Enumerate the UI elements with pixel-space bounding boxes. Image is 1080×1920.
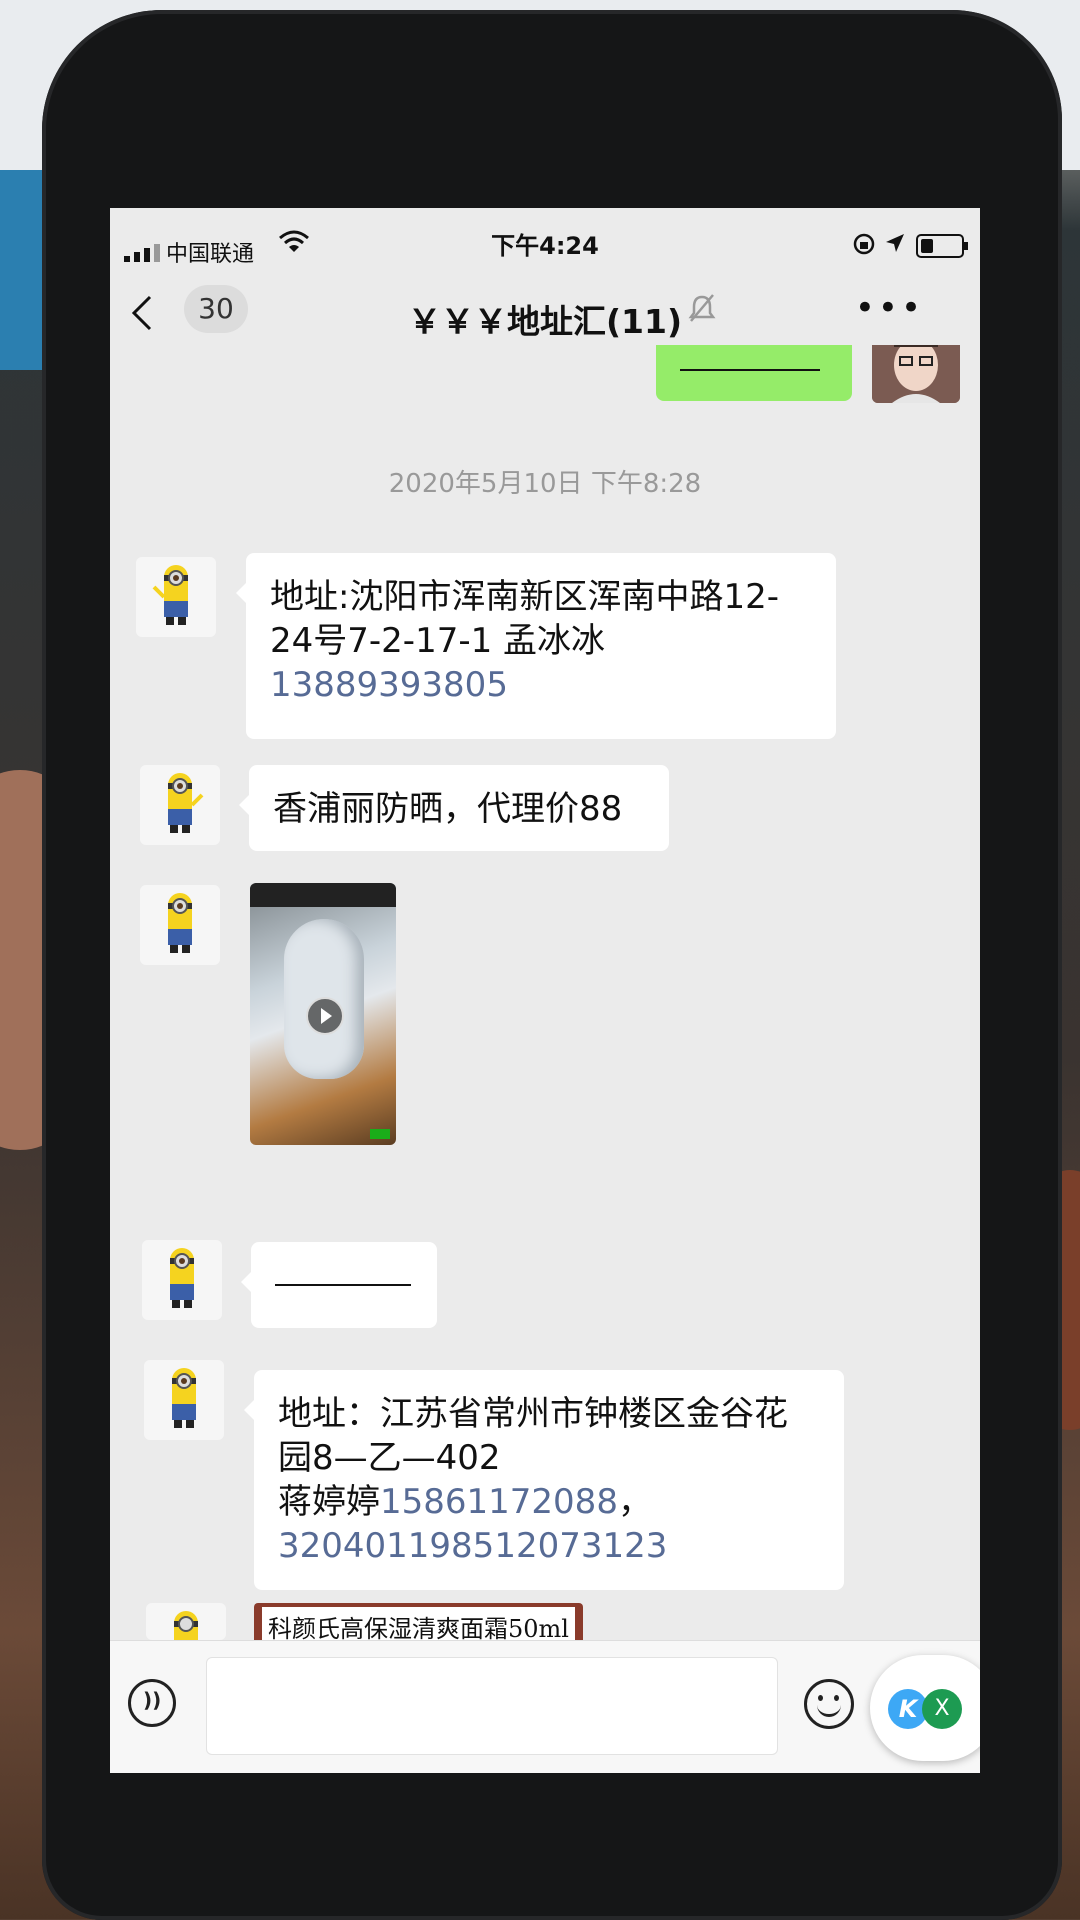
video-message[interactable] xyxy=(250,883,396,1145)
phone-number-link[interactable]: 15861172088 xyxy=(380,1482,618,1522)
dash-line xyxy=(275,1284,411,1286)
message-bubble[interactable] xyxy=(241,1242,437,1328)
minion-icon xyxy=(168,893,192,953)
more-icon[interactable]: ••• xyxy=(855,291,924,325)
image-caption: 科颜氏高保湿清爽面霜50ml xyxy=(262,1607,575,1640)
floating-widget[interactable]: K X xyxy=(870,1655,980,1761)
status-time: 下午4:24 xyxy=(491,232,599,260)
chat-nav-bar: 30 ￥￥￥地址汇(11) ••• xyxy=(110,263,980,345)
input-bar xyxy=(110,1640,980,1773)
widget-x-icon[interactable]: X xyxy=(922,1689,962,1729)
minion-avatar[interactable] xyxy=(140,765,220,845)
message-text: 地址:沈阳市浑南新区浑南中路12- xyxy=(270,577,779,617)
message-input[interactable] xyxy=(206,1657,778,1755)
play-icon[interactable] xyxy=(306,997,344,1035)
message-bubble[interactable]: 香浦丽防晒，代理价88 xyxy=(239,765,669,851)
wechat-chat-screen: 中国联通 下午4:24 30 ￥￥￥地址汇(11) ••• 2020年5月10日… xyxy=(110,208,980,1773)
message-text: 蒋婷婷15861172088， xyxy=(278,1482,652,1522)
image-message[interactable]: 科颜氏高保湿清爽面霜50ml xyxy=(254,1603,583,1640)
battery-icon xyxy=(916,234,968,258)
minion-avatar[interactable] xyxy=(142,1240,222,1320)
contact-name: 蒋婷婷 xyxy=(278,1482,380,1522)
id-number-link[interactable]: 320401198512073123 xyxy=(278,1524,820,1568)
status-bar: 中国联通 下午4:24 xyxy=(110,208,980,267)
minion-avatar[interactable] xyxy=(136,557,216,637)
self-message-bubble[interactable] xyxy=(656,345,852,401)
location-icon xyxy=(886,234,904,252)
self-avatar[interactable] xyxy=(872,345,960,403)
message-text: 地址：江苏省常州市钟楼区金谷花 xyxy=(278,1394,788,1434)
message-text: 香浦丽防晒，代理价88 xyxy=(273,789,623,829)
message-bubble[interactable]: 地址:沈阳市浑南新区浑南中路12- 24号7-2-17-1 孟冰冰 138893… xyxy=(236,553,836,739)
voice-icon[interactable] xyxy=(128,1679,176,1727)
minion-icon xyxy=(168,773,204,833)
minion-icon xyxy=(170,1248,194,1308)
message-text: 园8—乙—402 xyxy=(278,1438,501,1478)
minion-icon xyxy=(152,565,188,625)
mute-bell-icon xyxy=(688,294,716,322)
rotation-lock-icon xyxy=(853,233,875,255)
minion-icon xyxy=(174,1611,198,1640)
emoji-icon[interactable] xyxy=(804,1679,854,1729)
message-bubble[interactable]: 地址：江苏省常州市钟楼区金谷花 园8—乙—402 蒋婷婷15861172088，… xyxy=(244,1370,844,1590)
minion-avatar[interactable] xyxy=(144,1360,224,1440)
message-list: 2020年5月10日 下午8:28 地址:沈阳市浑南新区浑南中路12- 24号7… xyxy=(110,345,980,1640)
minion-avatar[interactable] xyxy=(140,885,220,965)
minion-avatar[interactable] xyxy=(146,1603,226,1640)
video-tag xyxy=(370,1129,390,1139)
message-text: 24号7-2-17-1 孟冰冰 xyxy=(270,621,606,661)
message-timestamp: 2020年5月10日 下午8:28 xyxy=(388,469,702,499)
minion-icon xyxy=(172,1368,196,1428)
phone-number-link[interactable]: 13889393805 xyxy=(270,663,812,707)
chat-title: ￥￥￥地址汇(11) xyxy=(407,302,683,341)
